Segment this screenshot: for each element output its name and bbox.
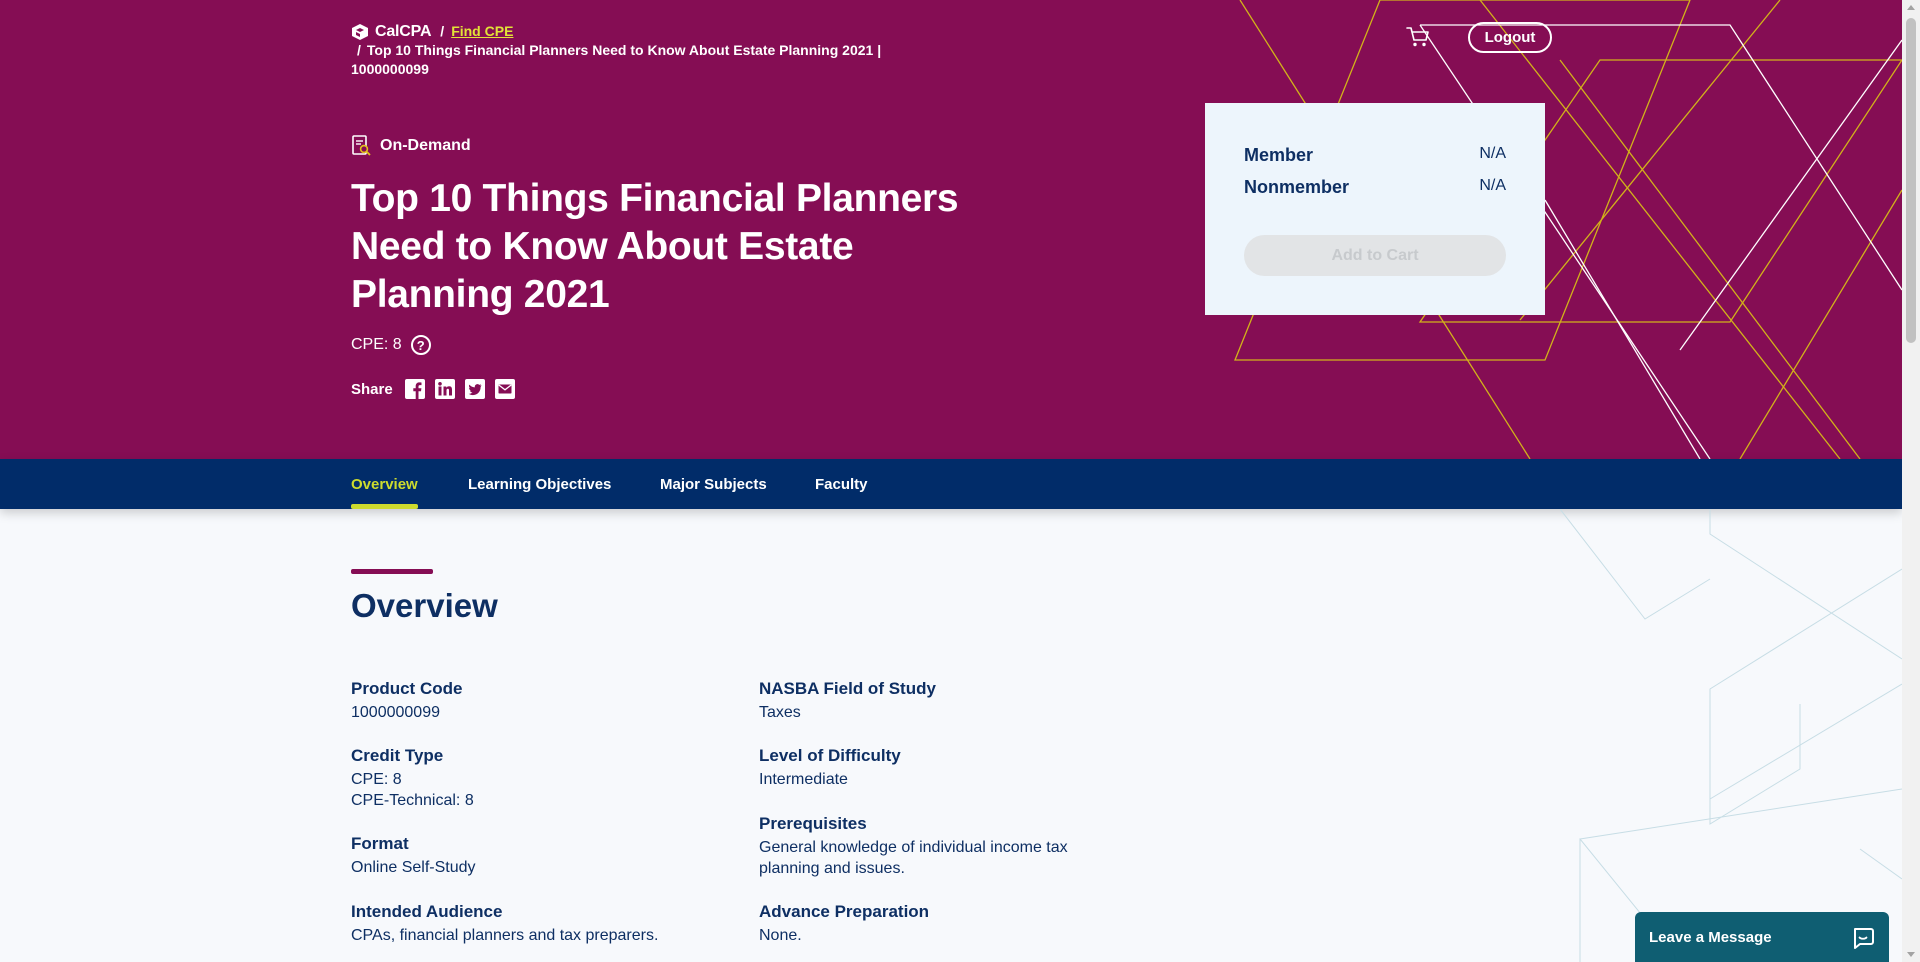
overview-heading: Overview [351,587,498,624]
field-value: Taxes [759,704,801,721]
member-label: Member [1244,145,1314,165]
share-label: Share [351,380,393,398]
help-icon[interactable]: ? [410,335,431,355]
leave-message-button[interactable]: Leave a Message [1635,912,1889,962]
field-label: Format [351,834,409,853]
format-indicator: On-Demand [351,135,471,157]
field-level-of-difficulty: Level of Difficulty Intermediate [759,745,901,790]
cpe-credits: CPE: 8 ? [351,335,431,355]
chat-label: Leave a Message [1649,928,1772,946]
field-value: CPE: 8 [351,771,402,788]
field-value: Online Self-Study [351,859,476,876]
decorative-lines [1560,509,1902,962]
format-label: On-Demand [380,137,471,154]
scroll-down-arrow[interactable] [1907,952,1915,957]
tab-learning-objectives[interactable]: Learning Objectives [468,459,611,509]
pricing-card: Member N/A Nonmember N/A Add to Cart [1205,103,1545,315]
twitter-icon[interactable] [464,379,485,399]
page-title: Top 10 Things Financial Planners Need to… [351,177,959,316]
field-nasba-field-of-study: NASBA Field of Study Taxes [759,678,936,723]
email-icon[interactable] [494,379,515,399]
field-advance-preparation: Advance Preparation None. [759,901,929,946]
tab-faculty[interactable]: Faculty [815,459,868,509]
member-price: N/A [1479,145,1506,162]
share-bar: Share [351,379,525,399]
chat-bubble-icon [1854,928,1874,949]
calcpa-logo-icon [352,23,368,40]
field-value: Intermediate [759,771,848,788]
tab-major-subjects[interactable]: Major Subjects [660,459,767,509]
field-label: Credit Type [351,746,444,765]
on-demand-icon [352,135,371,156]
logout-button[interactable]: Logout [1468,22,1552,53]
field-value: CPE-Technical: 8 [351,792,474,809]
field-label: Product Code [351,679,463,698]
add-to-cart-button[interactable]: Add to Cart [1244,235,1506,276]
field-label: Level of Difficulty [759,746,901,765]
field-label: Prerequisites [759,814,867,833]
breadcrumb-link-find-cpe[interactable]: Find CPE [451,22,513,41]
section-tabs: Overview Learning Objectives Major Subje… [0,459,1902,509]
field-intended-audience: Intended Audience CPAs, financial planne… [351,901,658,946]
field-label: Intended Audience [351,902,503,921]
field-format: Format Online Self-Study [351,833,476,878]
field-prerequisites: Prerequisites General knowledge of indiv… [759,813,1129,879]
breadcrumb-separator: / [440,23,445,39]
brand-name[interactable]: CalCPA [375,22,431,41]
field-product-code: Product Code 1000000099 [351,678,462,723]
cart-icon[interactable] [1406,26,1430,48]
field-value: General knowledge of individual income t… [759,839,1068,877]
breadcrumb-current: Top 10 Things Financial Planners Need to… [351,42,882,77]
field-label: Advance Preparation [759,902,930,921]
tab-overview[interactable]: Overview [351,459,418,509]
cpe-label: CPE: 8 [351,336,402,353]
section-accent-bar [351,569,433,574]
nonmember-label: Nonmember [1244,177,1350,197]
breadcrumb-separator: / [357,42,361,58]
field-value: 1000000099 [351,704,440,721]
facebook-icon[interactable] [404,379,425,399]
nonmember-price-row: Nonmember N/A [1244,177,1506,198]
field-credit-type: Credit Type CPE: 8 CPE-Technical: 8 [351,745,474,811]
page-scrollbar[interactable] [1902,0,1920,962]
field-label: NASBA Field of Study [759,679,936,698]
breadcrumb: CalCPA / Find CPE / Top 10 Things Financi… [351,22,931,79]
field-value: None. [759,927,802,944]
scroll-up-arrow[interactable] [1907,5,1915,10]
nonmember-price: N/A [1479,177,1506,194]
member-price-row: Member N/A [1244,145,1506,166]
scrollbar-thumb[interactable] [1906,18,1916,343]
linkedin-icon[interactable] [434,379,455,399]
field-value: CPAs, financial planners and tax prepare… [351,927,659,944]
